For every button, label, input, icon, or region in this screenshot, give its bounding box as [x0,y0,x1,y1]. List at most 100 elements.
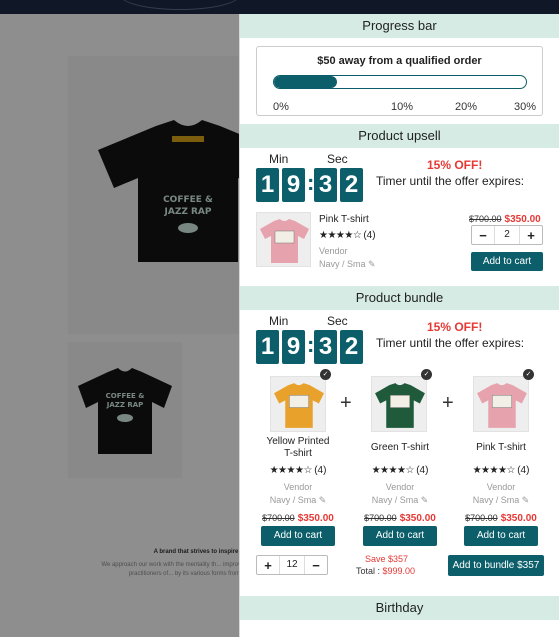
offer-text: Timer until the offer expires: [376,336,525,350]
bundle-products: ✓ Yellow Printed T-shirt ★★★★☆ (4) Vendo… [240,368,559,596]
progress-widget: $50 away from a qualified order 0% 10% 2… [256,46,543,116]
timer-digit: 1 [256,330,279,364]
bundle-item-vendor: Vendor [486,482,516,492]
progress-tick-0: 0% [273,101,289,113]
timer-sec-label: Sec [327,152,348,166]
upsell-product-image[interactable] [256,212,311,267]
add-to-bundle-button[interactable]: Add to bundle $357 [448,555,544,576]
upsell-vendor: Vendor [319,246,348,256]
bundle-item-name[interactable]: Green T-shirt [350,442,450,453]
old-price: $700.00 [465,513,498,523]
progress-fill [274,76,337,88]
offer-text: Timer until the offer expires: [376,174,525,188]
upsell-timer: Min Sec 1 9 : 3 2 15% OFF! Timer until t… [240,148,559,206]
upsell-section-header: Product upsell [240,124,559,148]
bundle-item-add-to-cart-button[interactable]: Add to cart [363,526,437,546]
progress-tick-10: 10% [391,101,414,113]
upsell-variant-select[interactable]: Navy / Sma ✎ [319,259,376,270]
plus-button[interactable]: + [257,558,279,573]
quantity-input[interactable]: 2 [494,226,520,244]
bundle-item-vendor: Vendor [385,482,415,492]
timer-digit: 3 [314,168,337,202]
check-circle-icon[interactable]: ✓ [320,369,331,380]
timer-digit: 3 [314,330,337,364]
pencil-icon[interactable]: ✎ [522,495,530,505]
total-value: $999.00 [382,566,416,576]
progress-tick-30: 30% [514,101,537,113]
old-price: $700.00 [469,214,502,224]
progress-tick-20: 20% [455,101,478,113]
bundle-item-rating: ★★★★☆ (4) [350,465,450,476]
bundle-item-name[interactable]: Yellow Printed T-shirt [248,436,348,460]
bundle-item-variant-select[interactable]: Navy / Sma ✎ [451,495,551,506]
timer-digit: 2 [340,168,363,202]
star-rating-icon: ★★★★☆ [472,465,516,476]
bundle-item-price: $700.00 $350.00 [451,508,551,526]
bundle-item-variant-select[interactable]: Navy / Sma ✎ [350,495,450,506]
review-count: (4) [416,465,429,476]
timer-min-label: Min [269,314,289,328]
bundle-item-price: $700.00 $350.00 [350,508,450,526]
pencil-icon[interactable]: ✎ [421,495,429,505]
timer-digit: 1 [256,168,279,202]
total-label: Total : [356,566,383,576]
bundle-quantity-stepper[interactable]: + 12 − [256,555,328,575]
review-count: (4) [363,230,376,241]
new-price: $350.00 [500,513,537,524]
review-count: (4) [517,465,530,476]
progress-track [273,75,527,89]
variant-label: Navy / Sma [371,495,419,505]
bundle-item-rating: ★★★★☆ (4) [451,465,551,476]
variant-label: Navy / Sma [319,259,366,269]
variant-label: Navy / Sma [269,495,317,505]
bundle-item-variant-select[interactable]: Navy / Sma ✎ [248,495,348,506]
new-price: $350.00 [399,513,436,524]
birthday-section-header: Birthday [240,596,559,620]
bundle-item-vendor: Vendor [283,482,313,492]
plus-button[interactable]: + [520,228,542,243]
bundle-total: Total : $999.00 [356,566,415,576]
star-rating-icon: ★★★★☆ [319,230,362,241]
upsell-add-to-cart-button[interactable]: Add to cart [471,252,543,271]
bundle-item-price: $700.00 $350.00 [248,508,348,526]
star-rating-icon: ★★★★☆ [269,465,313,476]
bundle-timer: Min Sec 1 9 : 3 2 15% OFF! Timer until t… [240,310,559,368]
offer-percent: 15% OFF! [427,320,483,334]
timer-digit: 9 [282,168,305,202]
bundle-item-add-to-cart-button[interactable]: Add to cart [464,526,538,546]
plus-icon: + [340,392,352,414]
offer-side-panel: Progress bar $50 away from a qualified o… [239,14,559,637]
bundle-item-image[interactable] [371,376,427,432]
review-count: (4) [314,465,327,476]
bundle-item-image[interactable] [473,376,529,432]
pencil-icon[interactable]: ✎ [368,259,376,269]
old-price: $700.00 [364,513,397,523]
offer-percent: 15% OFF! [427,158,483,172]
bundle-item-image[interactable] [270,376,326,432]
check-circle-icon[interactable]: ✓ [421,369,432,380]
new-price: $350.00 [297,513,334,524]
upsell-product: Pink T-shirt ★★★★☆ (4) Vendor Navy / Sma … [240,206,559,286]
timer-digit: 2 [340,330,363,364]
upsell-quantity-stepper[interactable]: − 2 + [471,225,543,245]
progress-title: $50 away from a qualified order [317,55,482,67]
check-circle-icon[interactable]: ✓ [523,369,534,380]
bundle-section-header: Product bundle [240,286,559,310]
timer-sec-label: Sec [327,314,348,328]
progress-section-header: Progress bar [240,14,559,38]
upsell-product-name[interactable]: Pink T-shirt [319,214,369,225]
bundle-item-rating: ★★★★☆ (4) [248,465,348,476]
minus-button[interactable]: − [305,558,327,573]
quantity-input[interactable]: 12 [279,556,305,574]
new-price: $350.00 [504,214,541,225]
star-rating-icon: ★★★★☆ [371,465,415,476]
plus-icon: + [442,392,454,414]
timer-min-label: Min [269,152,289,166]
bundle-item-name[interactable]: Pink T-shirt [451,442,551,453]
bundle-item-add-to-cart-button[interactable]: Add to cart [261,526,335,546]
bundle-savings: Save $357 [365,554,409,564]
pencil-icon[interactable]: ✎ [319,495,327,505]
upsell-rating: ★★★★☆ (4) [319,230,376,241]
minus-button[interactable]: − [472,228,494,243]
timer-digit: 9 [282,330,305,364]
